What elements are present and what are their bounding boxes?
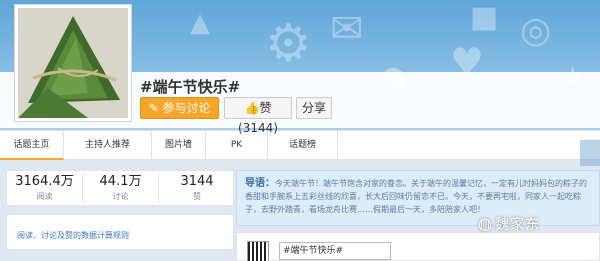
- stats-rules-link[interactable]: 阅读、讨论及赞的数据计算规则: [17, 230, 129, 241]
- triangle-icon: ▲: [190, 8, 210, 38]
- stat-discussions: 44.1万 讨论: [83, 173, 159, 203]
- stat-reads: 3164.4万 阅读: [7, 173, 83, 203]
- wechat-icon: ◍: [478, 214, 493, 233]
- stat-likes-value: 3144: [180, 174, 214, 189]
- join-discussion-button[interactable]: ✎ 参与讨论: [140, 97, 219, 119]
- stat-likes-label: 赞: [193, 192, 201, 201]
- stat-discussions-label: 讨论: [112, 192, 129, 201]
- topic-avatar: [14, 4, 132, 122]
- page-title: #端午节快乐#: [140, 78, 241, 96]
- camera-icon: ◎: [520, 10, 552, 51]
- watermark-text: 魏家东: [494, 217, 540, 233]
- stat-discussions-value: 44.1万: [99, 174, 142, 189]
- qr-code-icon: [247, 241, 269, 261]
- chat-bubble-icon: ✉: [330, 6, 364, 52]
- rules-panel: 阅读、讨论及赞的数据计算规则: [6, 214, 234, 250]
- intro-text: 今天端午节！端午节饱含对家的眷恋。关于端午的温馨记忆，一定有儿时妈妈包的粽子的香…: [245, 179, 587, 214]
- tab-ranking[interactable]: 话题榜: [268, 131, 338, 160]
- watermark: ◍ 魏家东: [478, 214, 540, 234]
- compose-box: #端午节快乐#: [236, 232, 600, 261]
- topic-tabs: 话题主页 主持人推荐 图片墙 PK 话题榜: [0, 130, 600, 160]
- stat-reads-label: 阅读: [36, 192, 53, 201]
- post-input[interactable]: #端午节快乐#: [279, 242, 391, 260]
- stat-likes: 3144 赞: [159, 173, 235, 203]
- share-button[interactable]: 分享: [296, 97, 332, 119]
- topic-stats: 3164.4万 阅读 44.1万 讨论 3144 赞: [6, 170, 234, 206]
- edit-icon: ✎: [148, 101, 163, 115]
- square-icon: ■: [470, 0, 499, 35]
- like-button[interactable]: 👍赞(3144): [224, 97, 292, 135]
- topic-intro: 导语：今天端午节！端午节饱含对家的眷恋。关于端午的温馨记忆，一定有儿时妈妈包的粽…: [236, 170, 600, 226]
- tab-host-picks[interactable]: 主持人推荐: [64, 131, 152, 160]
- tab-photo-wall[interactable]: 图片墙: [152, 131, 206, 160]
- zongzi-image: [18, 8, 128, 118]
- stat-reads-value: 3164.4万: [15, 174, 74, 189]
- intro-label: 导语：: [245, 178, 275, 189]
- tab-home[interactable]: 话题主页: [0, 131, 64, 160]
- thumbs-up-icon: 👍: [244, 101, 260, 115]
- join-label: 参与讨论: [162, 101, 211, 115]
- banner-edge: [580, 140, 600, 166]
- gear-icon: ⚙: [265, 14, 312, 74]
